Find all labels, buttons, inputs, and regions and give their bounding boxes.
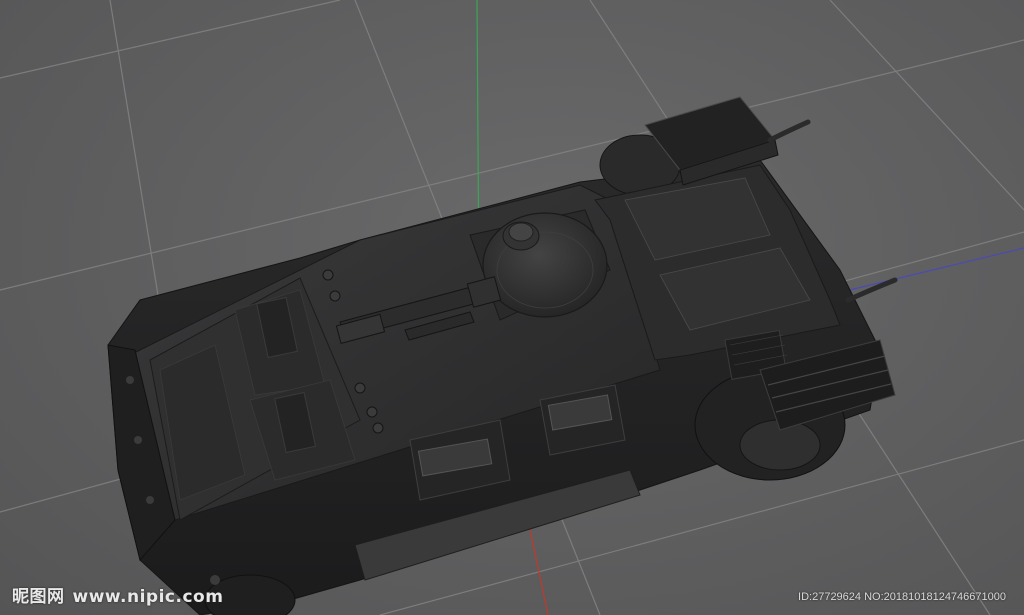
watermark-url: www.nipic.com [72,587,224,607]
3d-viewport[interactable]: 昵图网 www.nipic.com ID:27729624 NO:20181018… [0,0,1024,615]
watermark-logo: 昵图网 www.nipic.com [12,582,223,607]
x-axis [527,519,549,615]
armored-car-model [107,96,898,615]
watermark-id: ID:27729624 NO:20181018124746671000 [798,591,1006,603]
viewport-canvas [0,0,1024,615]
watermark-logo-text: 昵图网 [12,587,65,607]
